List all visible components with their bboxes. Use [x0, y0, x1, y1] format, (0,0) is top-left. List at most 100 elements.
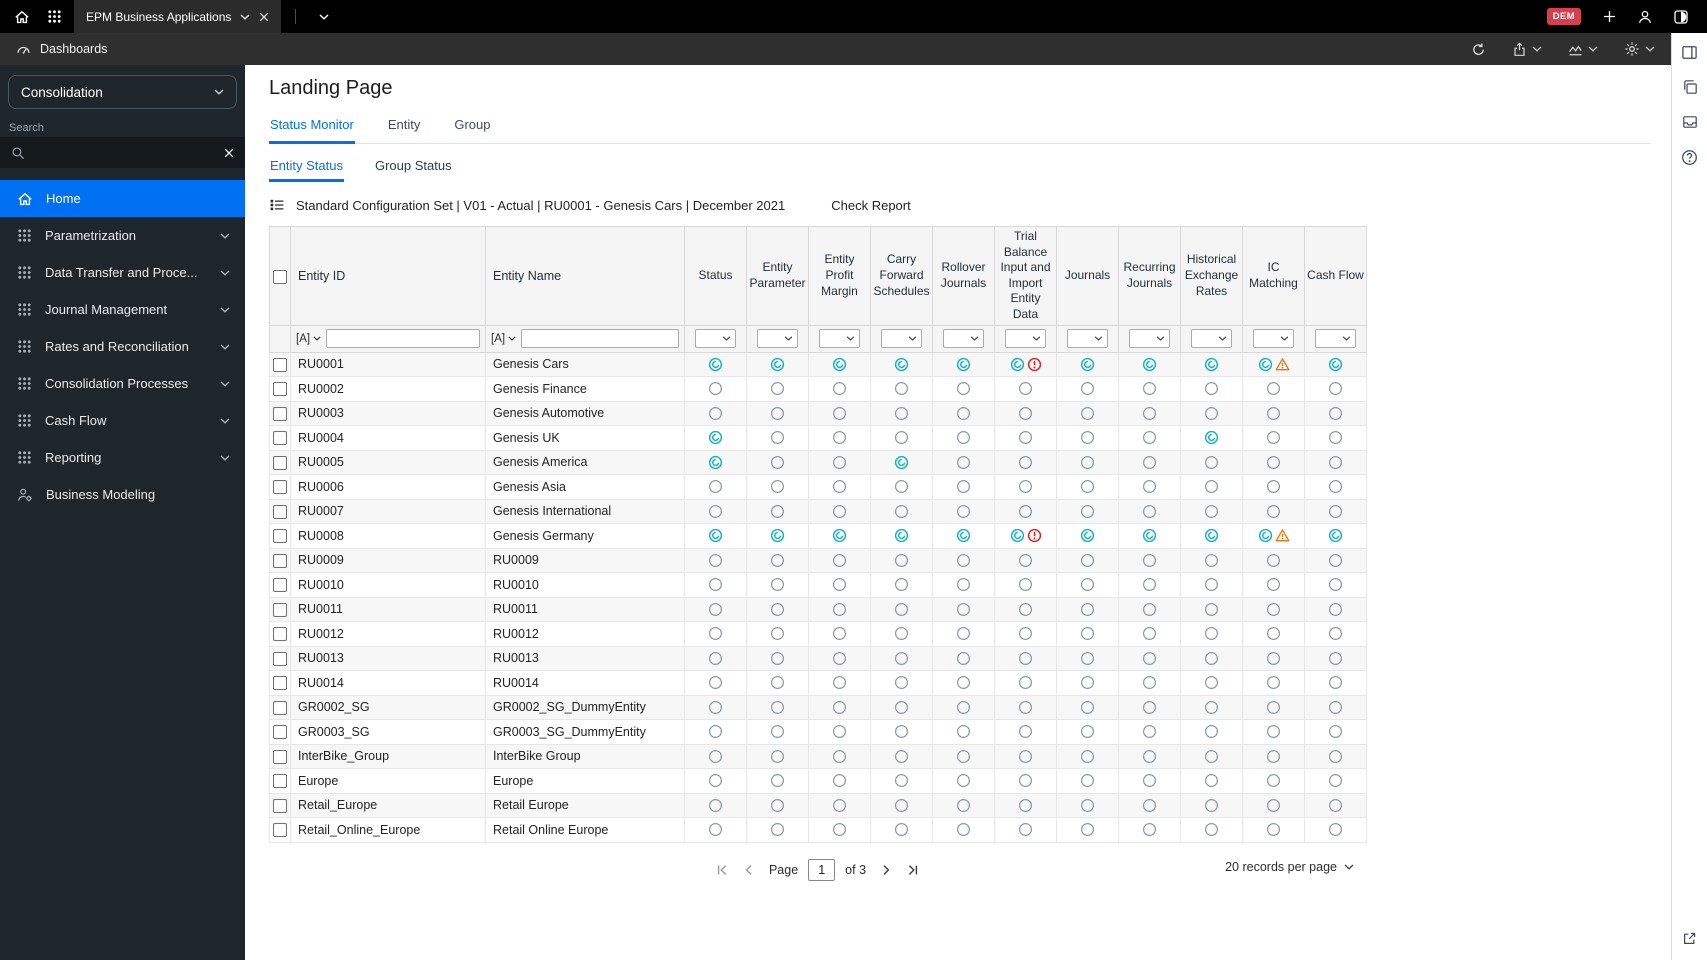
status-empty-icon[interactable]	[832, 381, 847, 396]
close-tab-icon[interactable]	[259, 12, 269, 22]
row-checkbox[interactable]	[273, 749, 287, 764]
row-checkbox[interactable]	[273, 480, 287, 495]
row-checkbox[interactable]	[273, 529, 287, 544]
status-empty-icon[interactable]	[770, 504, 785, 519]
entity-name-filter-input[interactable]	[521, 329, 679, 349]
status-empty-icon[interactable]	[956, 822, 971, 837]
status-done-icon[interactable]	[708, 528, 723, 543]
status-empty-icon[interactable]	[770, 430, 785, 445]
sidebar-item-home[interactable]: Home	[0, 180, 245, 217]
status-empty-icon[interactable]	[770, 577, 785, 592]
settings-button[interactable]	[1624, 41, 1655, 57]
status-empty-icon[interactable]	[1266, 455, 1281, 470]
status-done-icon[interactable]	[1204, 357, 1219, 372]
status-empty-icon[interactable]	[1080, 455, 1095, 470]
status-empty-icon[interactable]	[1142, 602, 1157, 617]
status-empty-icon[interactable]	[1266, 479, 1281, 494]
status-done-icon[interactable]	[1010, 357, 1025, 372]
status-empty-icon[interactable]	[956, 626, 971, 641]
entity-parameter-filter-select[interactable]	[757, 329, 798, 349]
status-empty-icon[interactable]	[1328, 626, 1343, 641]
status-empty-icon[interactable]	[1266, 651, 1281, 666]
status-empty-icon[interactable]	[708, 602, 723, 617]
status-empty-icon[interactable]	[832, 749, 847, 764]
status-empty-icon[interactable]	[1266, 602, 1281, 617]
status-empty-icon[interactable]	[1080, 773, 1095, 788]
check-report-link[interactable]: Check Report	[831, 198, 910, 213]
status-empty-icon[interactable]	[1328, 724, 1343, 739]
status-done-icon[interactable]	[1328, 357, 1343, 372]
select-all-checkbox[interactable]	[273, 269, 287, 284]
status-empty-icon[interactable]	[832, 773, 847, 788]
status-empty-icon[interactable]	[832, 626, 847, 641]
status-empty-icon[interactable]	[894, 626, 909, 641]
status-empty-icon[interactable]	[1266, 700, 1281, 715]
status-empty-icon[interactable]	[1080, 381, 1095, 396]
status-empty-icon[interactable]	[1266, 773, 1281, 788]
status-empty-icon[interactable]	[1018, 504, 1033, 519]
row-checkbox[interactable]	[273, 602, 287, 617]
subtab-entity-status[interactable]: Entity Status	[269, 148, 344, 182]
status-empty-icon[interactable]	[1142, 675, 1157, 690]
status-done-icon[interactable]	[1080, 357, 1095, 372]
status-error-icon[interactable]	[1027, 357, 1042, 372]
status-done-icon[interactable]	[708, 455, 723, 470]
status-empty-icon[interactable]	[1018, 406, 1033, 421]
module-selector[interactable]: Consolidation	[8, 75, 237, 109]
account-icon[interactable]	[1629, 0, 1661, 33]
status-empty-icon[interactable]	[770, 773, 785, 788]
status-empty-icon[interactable]	[1328, 430, 1343, 445]
refresh-button[interactable]	[1471, 42, 1486, 57]
status-done-icon[interactable]	[1142, 357, 1157, 372]
status-done-icon[interactable]	[894, 357, 909, 372]
journals-filter-select[interactable]	[1067, 329, 1108, 349]
status-empty-icon[interactable]	[832, 479, 847, 494]
status-empty-icon[interactable]	[1328, 651, 1343, 666]
status-empty-icon[interactable]	[1328, 455, 1343, 470]
status-empty-icon[interactable]	[894, 700, 909, 715]
status-empty-icon[interactable]	[894, 577, 909, 592]
status-done-icon[interactable]	[1204, 528, 1219, 543]
app-launcher-grid-icon[interactable]	[38, 0, 70, 33]
inbox-icon[interactable]	[1680, 112, 1700, 132]
sidebar-item-business-modeling[interactable]: Business Modeling	[0, 476, 245, 513]
status-empty-icon[interactable]	[1080, 798, 1095, 813]
chevron-down-icon[interactable]	[240, 13, 250, 20]
status-empty-icon[interactable]	[1142, 700, 1157, 715]
status-empty-icon[interactable]	[1266, 749, 1281, 764]
status-empty-icon[interactable]	[1142, 773, 1157, 788]
trial-balance-input-and-import-entity-data-filter-select[interactable]	[1005, 329, 1046, 349]
status-empty-icon[interactable]	[956, 602, 971, 617]
status-empty-icon[interactable]	[770, 724, 785, 739]
row-checkbox[interactable]	[273, 725, 287, 740]
status-empty-icon[interactable]	[708, 479, 723, 494]
status-empty-icon[interactable]	[832, 602, 847, 617]
status-empty-icon[interactable]	[1018, 430, 1033, 445]
status-empty-icon[interactable]	[1266, 675, 1281, 690]
status-empty-icon[interactable]	[1204, 626, 1219, 641]
status-empty-icon[interactable]	[1266, 822, 1281, 837]
status-empty-icon[interactable]	[956, 381, 971, 396]
status-empty-icon[interactable]	[1204, 724, 1219, 739]
status-done-icon[interactable]	[708, 357, 723, 372]
row-checkbox[interactable]	[273, 676, 287, 691]
status-empty-icon[interactable]	[1142, 504, 1157, 519]
status-empty-icon[interactable]	[770, 381, 785, 396]
status-done-icon[interactable]	[708, 430, 723, 445]
status-empty-icon[interactable]	[770, 822, 785, 837]
status-empty-icon[interactable]	[1204, 798, 1219, 813]
status-empty-icon[interactable]	[1266, 626, 1281, 641]
status-empty-icon[interactable]	[832, 504, 847, 519]
status-empty-icon[interactable]	[832, 406, 847, 421]
status-empty-icon[interactable]	[1204, 504, 1219, 519]
status-empty-icon[interactable]	[1018, 602, 1033, 617]
status-empty-icon[interactable]	[1018, 651, 1033, 666]
sidebar-item-consolidation-processes[interactable]: Consolidation Processes	[0, 365, 245, 402]
sidebar-item-cash-flow[interactable]: Cash Flow	[0, 402, 245, 439]
status-empty-icon[interactable]	[1328, 675, 1343, 690]
sidebar-item-rates-and-reconciliation[interactable]: Rates and Reconciliation	[0, 328, 245, 365]
status-empty-icon[interactable]	[956, 724, 971, 739]
status-done-icon[interactable]	[1204, 430, 1219, 445]
status-filter-select[interactable]	[695, 329, 736, 349]
status-empty-icon[interactable]	[956, 773, 971, 788]
